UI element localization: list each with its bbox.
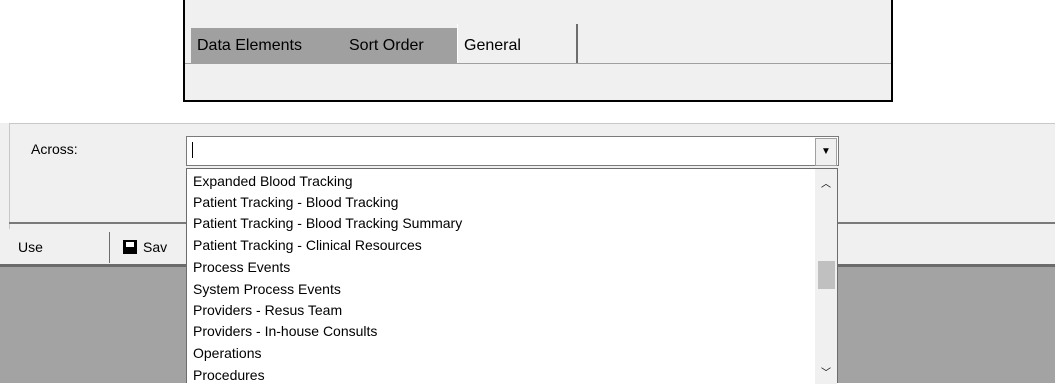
across-combobox[interactable]: ▼ xyxy=(186,136,839,166)
list-item[interactable]: Process Events xyxy=(193,257,290,279)
tab-data-elements[interactable]: Data Elements xyxy=(191,28,356,64)
list-item[interactable]: Operations xyxy=(193,343,261,365)
list-item[interactable]: Providers - In-house Consults xyxy=(193,321,377,343)
chevron-up-icon[interactable]: ︿ xyxy=(821,175,831,190)
use-button-label: Use xyxy=(18,239,43,255)
across-dropdown-list[interactable]: Expanded Blood Tracking Patient Tracking… xyxy=(186,168,838,384)
tab-general[interactable]: General xyxy=(457,24,578,64)
tab-divider xyxy=(185,63,891,64)
list-item[interactable]: Patient Tracking - Clinical Resources xyxy=(193,235,422,257)
text-caret xyxy=(192,142,193,158)
scrollbar-thumb[interactable] xyxy=(818,261,835,289)
tab-sort-order[interactable]: Sort Order xyxy=(343,28,470,64)
save-button[interactable]: Sav xyxy=(112,232,192,263)
use-button[interactable]: Use xyxy=(9,232,110,263)
dropdown-scrollbar[interactable]: ︿ ﹀ xyxy=(815,169,837,384)
list-item[interactable]: Procedures xyxy=(193,365,265,387)
floppy-disk-icon xyxy=(123,240,137,254)
chevron-down-icon[interactable]: ﹀ xyxy=(821,364,831,379)
save-button-label: Sav xyxy=(143,239,168,255)
tab-panel: Data Elements Sort Order General xyxy=(183,0,893,102)
group-border-left xyxy=(9,123,10,233)
group-border-top xyxy=(9,123,1055,124)
across-label: Across: xyxy=(31,141,78,157)
list-item[interactable]: Expanded Blood Tracking xyxy=(193,171,353,193)
chevron-down-icon[interactable]: ▼ xyxy=(815,138,837,166)
list-item[interactable]: Providers - Resus Team xyxy=(193,300,342,322)
list-item[interactable]: Patient Tracking - Blood Tracking Summar… xyxy=(193,213,462,235)
list-item[interactable]: Patient Tracking - Blood Tracking xyxy=(193,192,398,214)
list-item[interactable]: System Process Events xyxy=(193,279,341,301)
